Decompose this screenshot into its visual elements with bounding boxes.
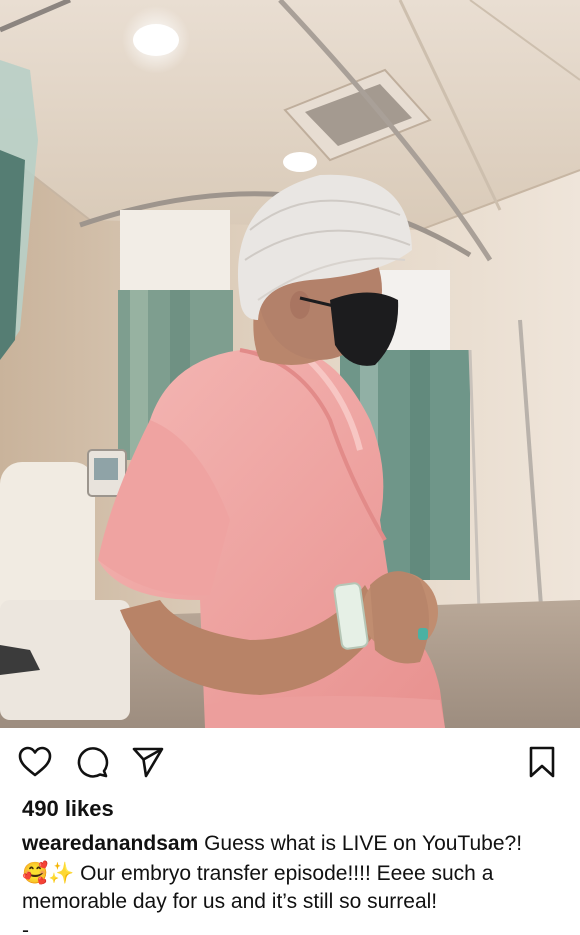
instagram-post: 490 likes wearedanandsam Guess what is L…	[0, 0, 580, 935]
heart-outline-icon	[18, 746, 52, 777]
caption-text-line2: Our embryo transfer episode!!!! Eeee suc…	[22, 861, 494, 914]
smiling-face-hearts-emoji: 🥰	[22, 860, 49, 885]
bookmark-outline-icon	[529, 746, 555, 778]
save-button[interactable]	[524, 744, 560, 780]
caption-username[interactable]: wearedanandsam	[22, 832, 198, 855]
like-button[interactable]	[17, 744, 53, 780]
caption-text-line1: Guess what is LIVE on YouTube?!	[204, 832, 523, 855]
post-action-bar	[0, 728, 580, 794]
caption-trailing-dash: -	[22, 918, 29, 935]
hospital-room-illustration	[0, 0, 580, 728]
sparkles-emoji: ✨	[48, 860, 75, 885]
share-button[interactable]	[130, 744, 166, 780]
likes-count[interactable]: 490 likes	[22, 796, 114, 822]
speech-bubble-icon	[77, 747, 109, 778]
paper-plane-icon	[132, 747, 164, 778]
post-caption: wearedanandsam Guess what is LIVE on You…	[22, 830, 562, 935]
comment-button[interactable]	[74, 744, 110, 780]
post-photo[interactable]	[0, 0, 580, 728]
